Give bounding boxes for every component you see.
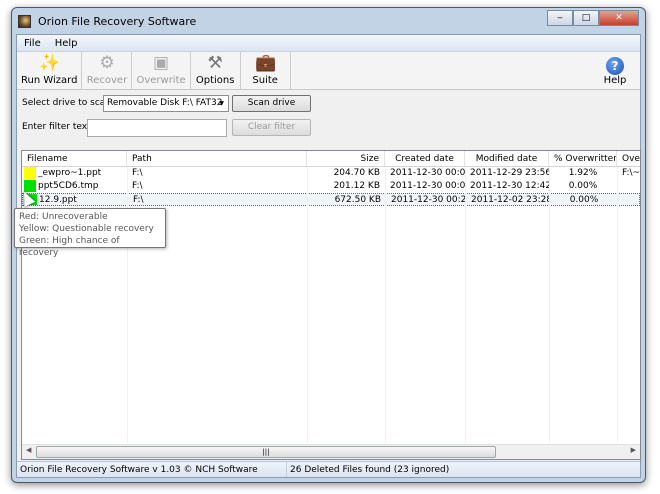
status-bar: Orion File Recovery Software v 1.03 © NC… [17, 461, 640, 477]
cell-overv [618, 194, 640, 205]
clear-filter-button[interactable]: Clear filter [232, 119, 311, 136]
filter-label: Enter filter text: [22, 122, 94, 132]
cell-created: 2011-12-30 00:23 [391, 195, 466, 205]
table-row[interactable]: ppt5CD6.tmp F:\ 201.12 KB 2011-12-30 00:02 2… [22, 180, 640, 193]
cell-modified: 2011-12-02 23:28 [471, 195, 550, 205]
cell-path: F:\ [132, 181, 143, 191]
recovery-status-icon [24, 167, 36, 179]
window-title: Orion File Recovery Software [38, 14, 197, 28]
horizontal-scrollbar[interactable]: ◀ ||| ▶ [22, 444, 640, 459]
cell-overv: F:\~$ [622, 168, 641, 178]
cell-size: 672.50 KB [334, 195, 381, 205]
menu-help[interactable]: Help [48, 38, 85, 49]
status-version: Orion File Recovery Software v 1.03 © NC… [17, 462, 287, 477]
drive-select[interactable]: Removable Disk F:\ FAT32 [103, 95, 229, 112]
cell-size: 201.12 KB [333, 181, 380, 191]
overwrite-button[interactable]: ▣ Overwrite [132, 52, 191, 89]
recover-button[interactable]: ⚙ Recover [82, 52, 133, 89]
toolbar: ✨ Run Wizard ⚙ Recover ▣ Overwrite ⚒ Options… [17, 52, 640, 90]
column-divider [307, 167, 308, 443]
column-header-3[interactable]: Created date [385, 151, 465, 166]
options-button[interactable]: ⚒ Options [191, 52, 241, 89]
menu-file[interactable]: File [17, 38, 48, 49]
cell-created: 2011-12-30 00:02 [390, 168, 465, 178]
cell-overv [617, 180, 640, 193]
cell-path: F:\ [133, 195, 144, 205]
scroll-right-icon[interactable]: ▶ [631, 446, 636, 454]
cell-modified: 2011-12-30 12:42 [470, 181, 549, 191]
column-divider [465, 167, 466, 443]
column-header-4[interactable]: Modified date [465, 151, 549, 166]
suite-icon: 💼 [255, 53, 277, 73]
cell-size: 204.70 KB [333, 168, 380, 178]
file-list[interactable]: Filename Path Size Created date Modified dat… [21, 150, 641, 460]
scroll-left-icon[interactable]: ◀ [26, 446, 31, 454]
column-divider [549, 167, 550, 443]
tooltip-line: Yellow: Questionable recovery [19, 224, 154, 234]
scrollbar-thumb[interactable]: ||| [36, 446, 496, 458]
menu-bar: File Help [17, 35, 640, 52]
drive-label: Select drive to scan: [22, 98, 115, 108]
run-wizard-button[interactable]: ✨ Run Wizard [17, 52, 83, 89]
tooltip-line: Red: Unrecoverable [19, 212, 108, 222]
table-row[interactable]: _ewpro~1.ppt F:\ 204.70 KB 2011-12-30 00:02… [22, 167, 640, 180]
cell-overwritten: 0.00% [568, 181, 598, 191]
close-button[interactable]: ✕ [599, 10, 639, 26]
status-count: 26 Deleted Files found (23 ignored) [290, 465, 450, 475]
column-header-2[interactable]: Size [307, 151, 385, 166]
cell-filename: ppt5CD6.tmp [22, 180, 127, 193]
tooltip-line: Green: High chance of recovery [19, 236, 120, 258]
suite-button[interactable]: 💼 Suite [241, 52, 291, 89]
column-header-0[interactable]: Filename [22, 151, 127, 166]
recover-icon: ⚙ [99, 53, 115, 73]
cell-modified: 2011-12-29 23:56 [470, 168, 549, 178]
filename-text: 12.9.ppt [39, 195, 77, 205]
column-header-6[interactable]: Overv [617, 151, 640, 166]
tooltip: Red: Unrecoverable Yellow: Questionable … [14, 208, 166, 258]
help-button[interactable]: ? Help [590, 52, 640, 89]
overwrite-icon: ▣ [153, 53, 170, 73]
cell-path: F:\ [132, 168, 143, 178]
cell-overwritten: 1.92% [568, 168, 598, 178]
cell-overwritten: 0.00% [569, 195, 599, 205]
column-divider [385, 167, 386, 443]
column-divider [617, 167, 618, 443]
options-icon: ⚒ [207, 53, 223, 73]
cell-filename: 12.9.ppt [23, 194, 128, 205]
scan-drive-button[interactable]: Scan drive [232, 95, 311, 112]
title-bar: Orion File Recovery Software ‒ □ ✕ [12, 8, 645, 34]
cell-created: 2011-12-30 00:02 [390, 181, 465, 191]
filter-input[interactable] [87, 119, 227, 137]
maximize-button[interactable]: □ [573, 10, 599, 26]
filename-text: ppt5CD6.tmp [38, 181, 99, 191]
wand-icon: ✨ [39, 53, 61, 73]
column-header-1[interactable]: Path [127, 151, 307, 166]
minimize-button[interactable]: ‒ [547, 10, 573, 26]
app-icon [18, 14, 31, 28]
column-header-5[interactable]: % Overwritten [549, 151, 617, 166]
cell-filename: _ewpro~1.ppt [22, 167, 127, 180]
filename-text: _ewpro~1.ppt [38, 168, 102, 178]
table-row[interactable]: 12.9.ppt F:\ 672.50 KB 2011-12-30 00:23 2011… [22, 193, 640, 206]
help-icon: ? [606, 57, 624, 75]
